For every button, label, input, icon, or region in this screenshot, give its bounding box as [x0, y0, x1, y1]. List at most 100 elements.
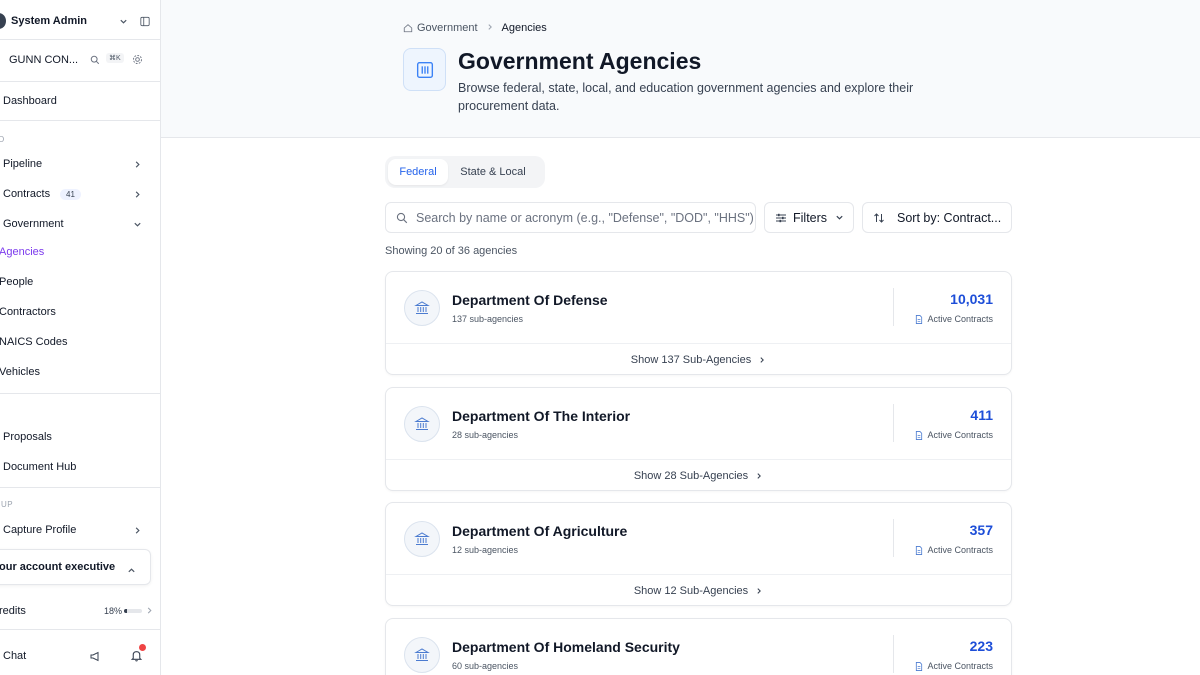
- sub-agency-count: 12 sub-agencies: [452, 545, 519, 555]
- search-icon[interactable]: [90, 55, 100, 68]
- sidebar-item-contractors[interactable]: Contractors: [0, 304, 160, 320]
- sidebar-item-vehicles[interactable]: Vehicles: [0, 364, 160, 380]
- bell-icon[interactable]: [130, 644, 146, 665]
- active-contracts-text: Active Contracts: [927, 314, 993, 324]
- sidebar-item-people[interactable]: People: [0, 274, 160, 290]
- show-sub-agencies-button[interactable]: Show 12 Sub-Agencies: [386, 575, 1011, 605]
- sidebar-item-label: Vehicles: [0, 366, 40, 378]
- show-sub-agencies-label: Show 12 Sub-Agencies: [633, 585, 749, 597]
- main-content: Government Agencies Government Agencies …: [161, 0, 1200, 675]
- landmark-icon: [404, 290, 440, 326]
- chevron-right-icon: [132, 525, 142, 535]
- gear-icon[interactable]: [132, 54, 143, 68]
- chevron-down-icon: [835, 213, 844, 222]
- chevron-down-icon: [132, 219, 142, 229]
- tab-federal[interactable]: Federal: [388, 159, 448, 185]
- shortcut-hint: ⌘K: [106, 53, 124, 63]
- user-menu[interactable]: System Admin: [0, 12, 160, 30]
- agency-card-header[interactable]: Department Of Defense 137 sub-agencies 1…: [386, 272, 1011, 344]
- search-icon: [396, 212, 408, 224]
- breadcrumb-government[interactable]: Government: [417, 22, 478, 34]
- landmark-icon: [404, 406, 440, 442]
- megaphone-icon[interactable]: [89, 650, 101, 665]
- sidebar-item-label: People: [0, 276, 34, 288]
- chat-label: Chat: [3, 650, 27, 662]
- document-icon: [916, 314, 923, 324]
- chevron-right-icon: [757, 473, 762, 479]
- page-header: Government Agencies Government Agencies …: [161, 0, 1200, 138]
- search-input[interactable]: [416, 210, 755, 225]
- show-sub-agencies-label: Show 137 Sub-Agencies: [630, 354, 752, 366]
- collapse-sidebar-icon[interactable]: [140, 16, 150, 26]
- sidebar-item-naics[interactable]: NAICS Codes: [0, 334, 160, 350]
- chevron-right-icon: [146, 606, 153, 618]
- search-box: [385, 202, 756, 233]
- chevron-down-icon[interactable]: [118, 16, 128, 26]
- account-executive-label: our account executive: [0, 561, 116, 573]
- active-contracts-count: 357: [969, 522, 993, 538]
- filters-button[interactable]: Filters: [764, 202, 854, 233]
- divider: [893, 635, 894, 673]
- sidebar-item-capture-profile[interactable]: Capture Profile: [0, 522, 160, 538]
- document-icon: [916, 430, 923, 440]
- section-label: O: [0, 135, 5, 144]
- active-contracts-label: Active Contracts: [915, 430, 993, 440]
- sidebar-item-agencies[interactable]: Agencies: [0, 244, 160, 260]
- sidebar-item-label: NAICS Codes: [0, 336, 68, 348]
- agency-card-header[interactable]: Department Of The Interior 28 sub-agenci…: [386, 388, 1011, 460]
- org-switcher[interactable]: GUNN CON... ⌘K: [0, 51, 160, 69]
- sidebar-item-contracts[interactable]: Contracts 41: [0, 186, 160, 202]
- agency-name: Department Of Agriculture: [452, 523, 628, 539]
- landmark-icon: [404, 637, 440, 673]
- sidebar-item-document-hub[interactable]: Document Hub: [0, 459, 160, 475]
- sidebar-item-government[interactable]: Government: [0, 216, 160, 232]
- chat-row[interactable]: Chat: [0, 644, 160, 665]
- agency-card[interactable]: Department Of Defense 137 sub-agencies 1…: [385, 271, 1012, 375]
- sub-agency-count: 60 sub-agencies: [452, 661, 519, 671]
- sidebar-item-proposals[interactable]: Proposals: [0, 429, 160, 445]
- agency-card[interactable]: Department Of Homeland Security 60 sub-a…: [385, 618, 1012, 675]
- agency-card[interactable]: Department Of Agriculture 12 sub-agencie…: [385, 502, 1012, 606]
- sliders-icon: [775, 212, 787, 224]
- sort-label: Sort by: Contract...: [897, 210, 1002, 225]
- sidebar-item-pipeline[interactable]: Pipeline: [0, 156, 160, 172]
- sidebar-item-dashboard[interactable]: Dashboard: [0, 93, 160, 109]
- chevron-right-icon: [760, 357, 765, 363]
- breadcrumb: Government Agencies: [403, 22, 547, 34]
- agency-card-header[interactable]: Department Of Homeland Security 60 sub-a…: [386, 619, 1011, 675]
- sidebar-item-label: Contracts: [3, 188, 51, 200]
- count-badge: 41: [60, 188, 81, 200]
- agency-name: Department Of Homeland Security: [452, 639, 680, 655]
- credits-row[interactable]: redits 18%: [0, 603, 160, 619]
- chevron-right-icon: [757, 588, 762, 594]
- active-contracts-count: 10,031: [950, 291, 993, 307]
- org-name: GUNN CON...: [9, 54, 79, 66]
- sub-agency-count: 137 sub-agencies: [452, 314, 524, 324]
- sub-agency-count: 28 sub-agencies: [452, 430, 519, 440]
- avatar: [0, 13, 6, 29]
- section-label: UP: [1, 500, 14, 509]
- sidebar-item-label: Capture Profile: [3, 524, 77, 536]
- active-contracts-label: Active Contracts: [915, 545, 993, 555]
- sidebar-item-label: Agencies: [0, 246, 45, 258]
- active-contracts-text: Active Contracts: [927, 430, 993, 440]
- agency-name: Department Of Defense: [452, 292, 608, 308]
- show-sub-agencies-button[interactable]: Show 28 Sub-Agencies: [386, 460, 1011, 490]
- account-executive-panel[interactable]: our account executive: [0, 549, 151, 585]
- user-name: System Admin: [11, 15, 88, 27]
- show-sub-agencies-button[interactable]: Show 137 Sub-Agencies: [386, 344, 1011, 374]
- agency-card-header[interactable]: Department Of Agriculture 12 sub-agencie…: [386, 503, 1011, 575]
- show-sub-agencies-label: Show 28 Sub-Agencies: [633, 470, 749, 482]
- results-count: Showing 20 of 36 agencies: [385, 245, 518, 257]
- page-subtitle: Browse federal, state, local, and educat…: [458, 81, 914, 113]
- sidebar-item-label: Document Hub: [3, 461, 77, 473]
- divider: [893, 519, 894, 557]
- document-icon: [916, 545, 923, 555]
- credits-label: redits: [0, 605, 26, 617]
- sidebar-item-label: Contractors: [0, 306, 56, 318]
- tab-state-local[interactable]: State & Local: [448, 159, 538, 185]
- home-icon: [403, 23, 413, 33]
- divider: [893, 288, 894, 326]
- agency-card[interactable]: Department Of The Interior 28 sub-agenci…: [385, 387, 1012, 491]
- sort-button[interactable]: Sort by: Contract...: [862, 202, 1012, 233]
